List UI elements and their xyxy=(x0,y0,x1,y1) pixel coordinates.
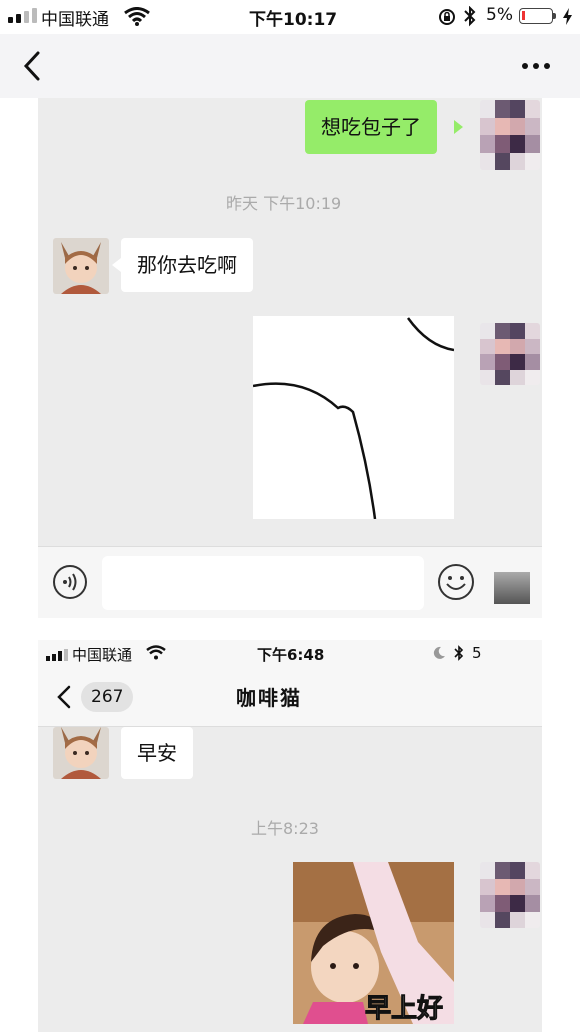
message-bubble-received[interactable]: 早安 xyxy=(121,727,193,779)
avatar[interactable] xyxy=(480,100,540,170)
sticker-caption: 早上好 xyxy=(364,994,444,1025)
signal-icon xyxy=(8,8,37,23)
message-text: 那你去吃啊 xyxy=(137,253,237,277)
message-input[interactable] xyxy=(102,556,424,610)
battery-icon xyxy=(519,8,556,24)
avatar[interactable] xyxy=(480,323,540,385)
blurred-region xyxy=(494,572,530,604)
carrier-label: 中国联通 xyxy=(41,10,109,30)
status-bar: 中国联通 下午10:17 5% xyxy=(0,0,580,34)
wifi-icon xyxy=(124,7,150,26)
more-icon[interactable] xyxy=(521,62,551,70)
sticker-image[interactable]: 早上好 xyxy=(293,862,454,1024)
message-bubble-received[interactable]: 那你去吃啊 xyxy=(121,238,253,292)
sticker-image[interactable] xyxy=(253,316,454,519)
status-time: 下午6:48 xyxy=(257,646,325,664)
wifi-icon xyxy=(146,645,166,660)
nav-bar xyxy=(0,34,580,98)
voice-icon[interactable] xyxy=(52,564,88,600)
battery-percent: 5 xyxy=(472,644,482,662)
divider xyxy=(38,618,542,640)
battery-percent: 5% xyxy=(486,5,513,25)
nav-bar-2: 267 咖啡猫 xyxy=(38,668,542,727)
chat-area-2 xyxy=(38,727,542,1032)
bluetooth-icon xyxy=(454,645,464,661)
message-bubble-sent[interactable]: 想吃包子了 xyxy=(305,100,437,154)
avatar[interactable] xyxy=(53,727,109,779)
moon-icon xyxy=(433,646,445,659)
timestamp: 上午8:23 xyxy=(251,819,319,838)
avatar[interactable] xyxy=(480,862,540,928)
message-text: 早安 xyxy=(137,741,177,765)
status-bar-2: 中国联通 下午6:48 5 xyxy=(38,640,542,668)
emoji-icon[interactable] xyxy=(437,563,475,601)
timestamp: 昨天 下午10:19 xyxy=(226,194,342,213)
bubble-tail xyxy=(454,120,463,134)
avatar[interactable] xyxy=(53,238,109,294)
back-icon[interactable] xyxy=(56,684,72,710)
bluetooth-icon xyxy=(464,6,476,27)
signal-icon xyxy=(46,649,68,661)
carrier-label: 中国联通 xyxy=(72,646,133,664)
chat-title: 咖啡猫 xyxy=(236,686,302,710)
back-icon[interactable] xyxy=(22,50,42,82)
charging-icon xyxy=(563,8,572,25)
unread-count-badge[interactable]: 267 xyxy=(81,682,134,712)
message-text: 想吃包子了 xyxy=(321,115,421,139)
status-time: 下午10:17 xyxy=(249,10,338,30)
rotation-lock-icon xyxy=(439,9,455,25)
bubble-tail xyxy=(112,258,121,272)
